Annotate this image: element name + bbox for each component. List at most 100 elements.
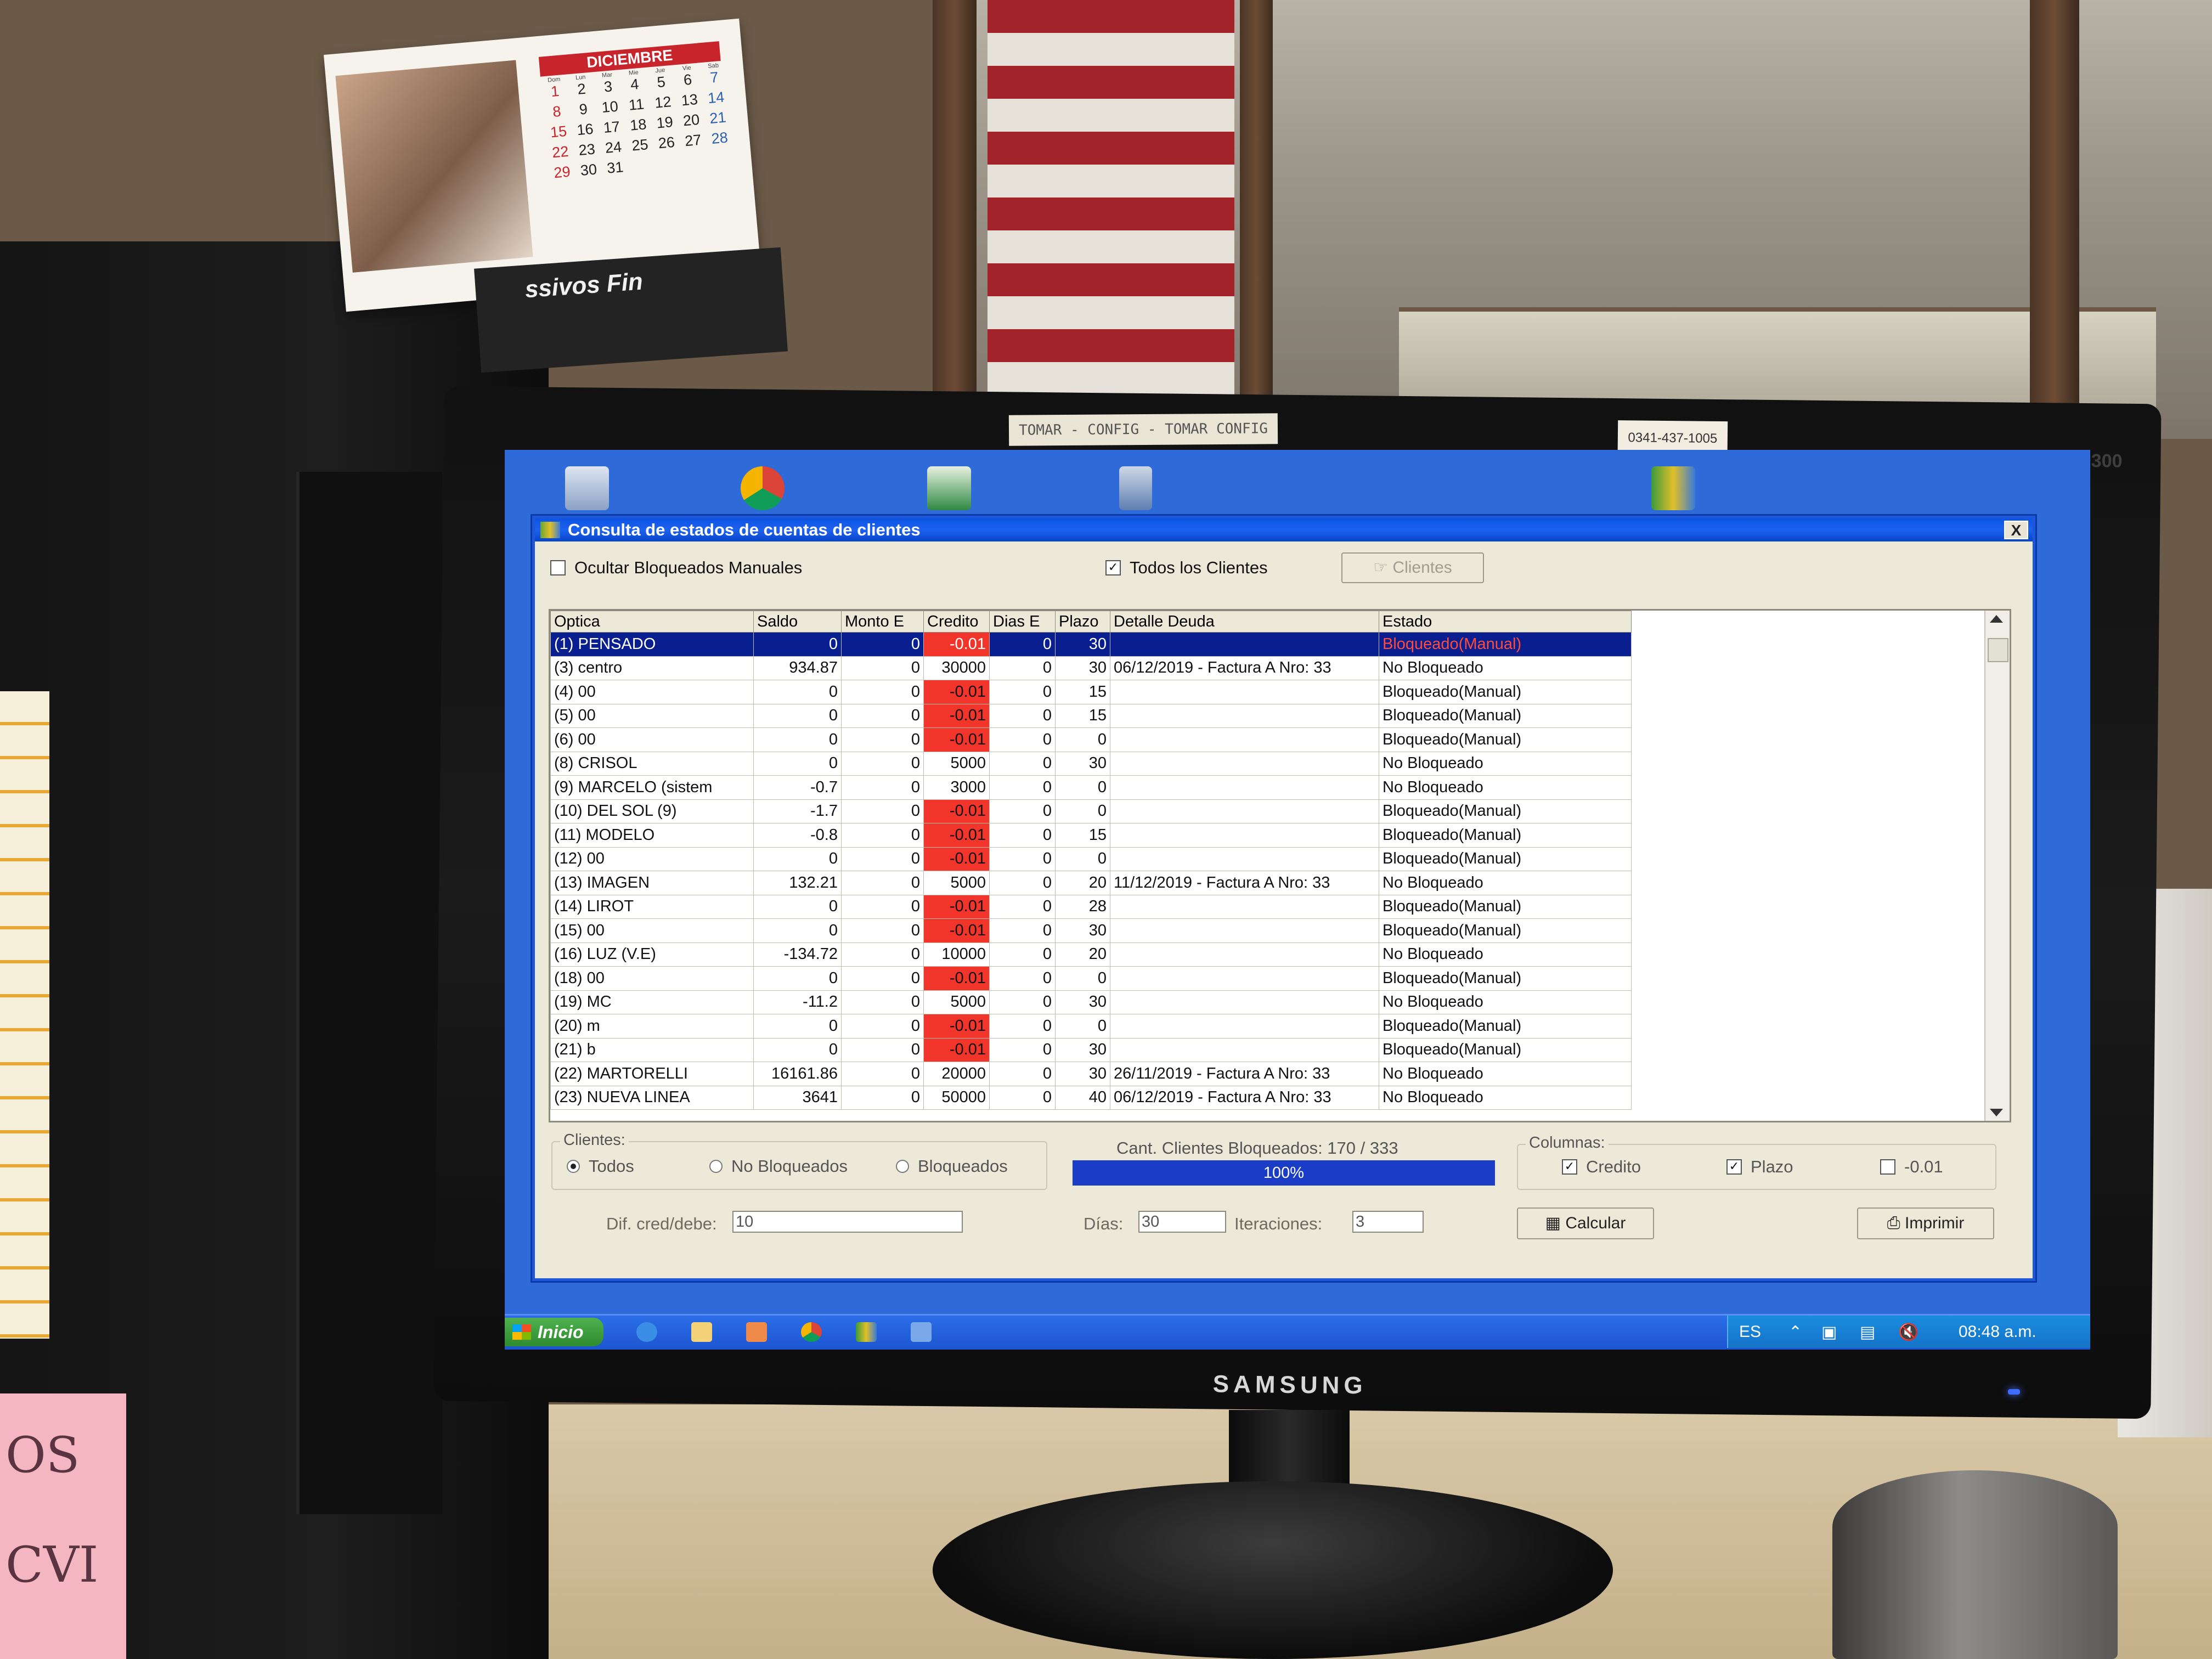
table-row[interactable]: (20) m 0 0 -0.01 0 0 Bloqueado(Manual) xyxy=(550,1014,1632,1039)
cell-monto: 0 xyxy=(841,1085,924,1110)
table-row[interactable]: (21) b 0 0 -0.01 0 30 Bloqueado(Manual) xyxy=(550,1037,1632,1062)
column-header[interactable]: Plazo xyxy=(1055,611,1110,633)
table-row[interactable]: (3) centro 934.87 0 30000 0 30 06/12/2019 - Fa… xyxy=(550,656,1632,680)
folder-icon[interactable] xyxy=(691,1322,712,1342)
calendar-day xyxy=(654,154,682,173)
cell-saldo: -134.72 xyxy=(753,942,842,967)
dias-label: Días: xyxy=(1084,1214,1124,1233)
col-neg-checkbox[interactable] xyxy=(1880,1159,1895,1175)
network-icon[interactable]: ▣ xyxy=(1821,1323,1837,1342)
table-row[interactable]: (22) MARTORELLI 16161.86 0 20000 0 30 26/11/20… xyxy=(550,1062,1632,1086)
dif-input[interactable]: 10 xyxy=(732,1211,963,1233)
calendar-day: 22 xyxy=(551,143,569,161)
clientes-button[interactable]: ☞ Clientes xyxy=(1341,552,1484,583)
volume-muted-icon[interactable]: 🔇 xyxy=(1898,1323,1918,1342)
table-row[interactable]: (4) 00 0 0 -0.01 0 15 Bloqueado(Manual) xyxy=(550,680,1632,704)
table-row[interactable]: (13) IMAGEN 132.21 0 5000 0 20 11/12/2019 - Fa… xyxy=(550,871,1632,895)
taskbar: Inicio ES ⌃ ▣ ▤ 🔇 08:48 a.m. xyxy=(505,1314,2090,1350)
cell-estado: Bloqueado(Manual) xyxy=(1379,1037,1632,1062)
cell-detalle xyxy=(1110,727,1379,752)
table-row[interactable]: (18) 00 0 0 -0.01 0 0 Bloqueado(Manual) xyxy=(550,966,1632,991)
table-row[interactable]: (8) CRISOL 0 0 5000 0 30 No Bloqueado xyxy=(550,751,1632,776)
calendar-day: 5 xyxy=(656,73,667,91)
cell-detalle xyxy=(1110,823,1379,848)
column-header[interactable]: Monto E xyxy=(841,611,924,633)
table-row[interactable]: (9) MARCELO (sistem -0.7 0 3000 0 0 No Bloquea… xyxy=(550,775,1632,800)
table-row[interactable]: (12) 00 0 0 -0.01 0 0 Bloqueado(Manual) xyxy=(550,847,1632,871)
col-credito-checkbox[interactable]: ✓ xyxy=(1562,1159,1577,1175)
calendar-day: 21 xyxy=(709,109,727,127)
vertical-scrollbar[interactable] xyxy=(1984,611,2010,1121)
table-row[interactable]: (1) PENSADO 0 0 -0.01 0 30 Bloqueado(Manual) xyxy=(550,632,1632,657)
recycle-bin-icon[interactable] xyxy=(565,466,609,510)
calendar-day: 31 xyxy=(606,159,624,177)
calendar-day: 7 xyxy=(709,69,719,86)
table-row[interactable]: (5) 00 0 0 -0.01 0 15 Bloqueado(Manual) xyxy=(550,703,1632,728)
cell-credito: 50000 xyxy=(923,1085,990,1110)
ocultar-checkbox[interactable] xyxy=(550,560,566,575)
column-header[interactable]: Credito xyxy=(923,611,990,633)
calcular-button[interactable]: ▦ Calcular xyxy=(1517,1207,1654,1239)
calendar-day: 15 xyxy=(549,122,568,141)
table-row[interactable]: (19) MC -11.2 0 5000 0 30 No Bloqueado xyxy=(550,990,1632,1014)
calcular-label: Calcular xyxy=(1565,1214,1626,1232)
chrome-icon[interactable] xyxy=(741,466,785,510)
cell-saldo: 0 xyxy=(753,847,842,871)
pc-drive-bay xyxy=(296,472,442,1514)
table-row[interactable]: (11) MODELO -0.8 0 -0.01 0 15 Bloqueado(Manual… xyxy=(550,823,1632,848)
col-plazo-checkbox[interactable]: ✓ xyxy=(1726,1159,1742,1175)
cell-dias: 0 xyxy=(989,1014,1056,1039)
column-header[interactable]: Estado xyxy=(1379,611,1632,633)
network-status-icon[interactable]: ▤ xyxy=(1860,1323,1875,1342)
cell-estado: Bloqueado(Manual) xyxy=(1379,727,1632,752)
dias-input[interactable]: 30 xyxy=(1138,1211,1226,1233)
cell-plazo: 30 xyxy=(1055,1062,1110,1086)
app-taskbar-icon[interactable] xyxy=(856,1322,877,1342)
screen: Consulta de estados de cuentas de client… xyxy=(505,450,2090,1350)
table-row[interactable]: (14) LIROT 0 0 -0.01 0 28 Bloqueado(Manual) xyxy=(550,894,1632,919)
column-header[interactable]: Saldo xyxy=(753,611,842,633)
iteraciones-input[interactable]: 3 xyxy=(1352,1211,1424,1233)
scroll-up-icon[interactable] xyxy=(1990,615,2003,623)
cell-plazo: 28 xyxy=(1055,894,1110,919)
column-header[interactable]: Dias E xyxy=(989,611,1056,633)
close-button[interactable]: X xyxy=(2004,521,2028,539)
cell-monto: 0 xyxy=(841,918,924,943)
clients-table: Optica Saldo Monto E Credito Dias E Plazo Deta… xyxy=(550,611,1632,1110)
cell-optica: (15) 00 xyxy=(550,918,754,943)
cell-credito: -0.01 xyxy=(923,727,990,752)
radio-todos[interactable] xyxy=(567,1160,580,1173)
cell-plazo: 0 xyxy=(1055,966,1110,991)
shortcut-icon[interactable] xyxy=(1119,466,1152,510)
clock[interactable]: 08:48 a.m. xyxy=(1959,1323,2036,1341)
column-header[interactable]: Detalle Deuda xyxy=(1110,611,1379,633)
table-row[interactable]: (16) LUZ (V.E) -134.72 0 10000 0 20 No Bloquea… xyxy=(550,942,1632,967)
cell-detalle xyxy=(1110,894,1379,919)
app-shortcut-icon[interactable] xyxy=(1651,466,1695,510)
table-row[interactable]: (10) DEL SOL (9) -1.7 0 -0.01 0 0 Bloqueado(Ma… xyxy=(550,799,1632,823)
spreadsheet-icon[interactable] xyxy=(927,466,971,510)
radio-bloqueados[interactable] xyxy=(896,1160,909,1173)
window-taskbar-icon[interactable] xyxy=(911,1322,932,1342)
chrome-taskbar-icon[interactable] xyxy=(801,1322,822,1342)
cell-optica: (4) 00 xyxy=(550,680,754,704)
ie-icon[interactable] xyxy=(636,1322,657,1342)
tray-expand-icon[interactable]: ⌃ xyxy=(1788,1323,1802,1342)
scroll-down-icon[interactable] xyxy=(1990,1109,2003,1116)
start-button[interactable]: Inicio xyxy=(505,1318,603,1346)
language-indicator[interactable]: ES xyxy=(1739,1323,1761,1341)
start-label: Inicio xyxy=(538,1322,584,1342)
clients-grid[interactable]: Optica Saldo Monto E Credito Dias E Plazo Deta… xyxy=(549,609,2011,1122)
radio-no-bloqueados[interactable] xyxy=(709,1160,723,1173)
table-row[interactable]: (6) 00 0 0 -0.01 0 0 Bloqueado(Manual) xyxy=(550,727,1632,752)
scroll-thumb[interactable] xyxy=(1988,638,2008,662)
media-icon[interactable] xyxy=(746,1322,767,1342)
imprimir-button[interactable]: ⎙ Imprimir xyxy=(1857,1207,1994,1239)
cell-credito: -0.01 xyxy=(923,1014,990,1039)
column-header[interactable]: Optica xyxy=(550,611,754,633)
table-row[interactable]: (15) 00 0 0 -0.01 0 30 Bloqueado(Manual) xyxy=(550,918,1632,943)
table-row[interactable]: (23) NUEVA LINEA 3641 0 50000 0 40 06/12/2019 … xyxy=(550,1085,1632,1110)
cell-dias: 0 xyxy=(989,942,1056,967)
title-bar[interactable]: Consulta de estados de cuentas de client… xyxy=(535,518,2033,541)
todos-clientes-checkbox[interactable]: ✓ xyxy=(1105,560,1121,575)
